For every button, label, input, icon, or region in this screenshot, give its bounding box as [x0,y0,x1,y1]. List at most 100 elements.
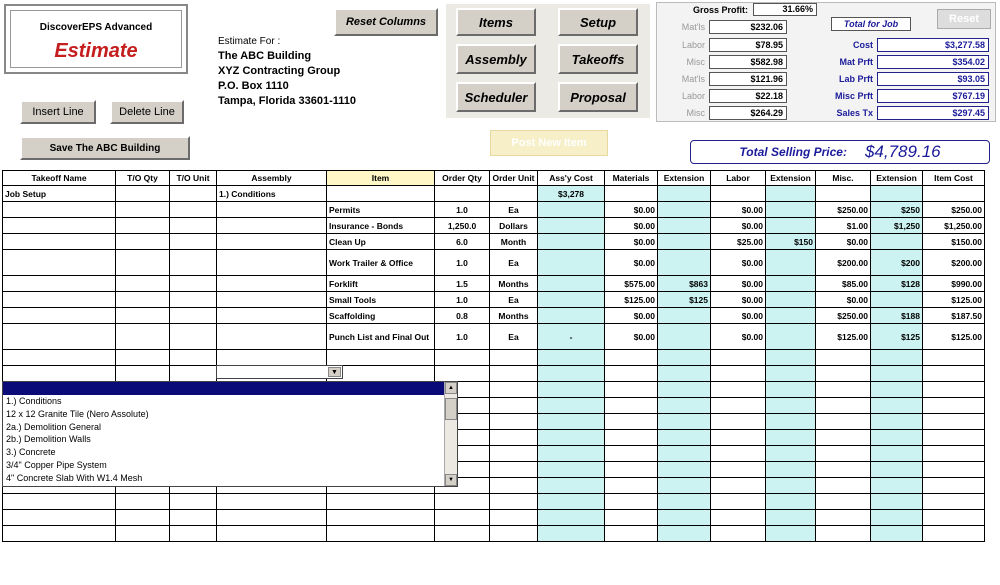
table-cell[interactable] [489,185,538,202]
table-cell[interactable] [765,493,816,510]
table-row[interactable] [2,349,985,366]
table-cell[interactable] [657,477,711,494]
column-header[interactable]: Extension [870,170,923,186]
takeoffs-button[interactable]: Takeoffs [558,44,638,74]
reset-button[interactable]: Reset [937,9,991,29]
table-cell[interactable]: $125.00 [604,291,658,308]
column-header[interactable]: Materials [604,170,658,186]
table-cell[interactable] [765,445,816,462]
table-cell[interactable] [169,275,217,292]
table-cell[interactable]: $0.00 [710,217,766,234]
list-item[interactable]: 2b.) Demolition Walls [3,433,457,446]
table-cell[interactable] [489,349,538,366]
table-cell[interactable] [537,413,605,430]
table-cell[interactable]: $0.00 [710,275,766,292]
table-cell[interactable] [815,381,871,398]
table-cell[interactable] [326,509,435,526]
table-cell[interactable] [922,365,985,382]
table-cell[interactable]: Ea [489,249,538,276]
table-cell[interactable] [604,445,658,462]
table-cell[interactable] [922,349,985,366]
table-cell[interactable]: 6.0 [434,233,490,250]
table-cell[interactable] [434,493,490,510]
table-cell[interactable] [216,201,327,218]
table-cell[interactable] [870,445,923,462]
table-cell[interactable] [870,429,923,446]
chevron-down-icon[interactable]: ▼ [328,367,341,377]
table-cell[interactable] [216,307,327,324]
table-row[interactable]: Insurance - Bonds 1,250.0 Dollars $0.00 $0.0… [2,217,985,234]
table-cell[interactable] [326,185,435,202]
table-cell[interactable] [2,365,116,382]
table-cell[interactable] [537,525,605,542]
scroll-thumb[interactable] [445,398,457,420]
table-cell[interactable] [657,323,711,350]
table-cell[interactable] [115,509,170,526]
table-cell[interactable] [815,349,871,366]
table-cell[interactable] [870,477,923,494]
table-cell[interactable]: $0.00 [710,307,766,324]
table-cell[interactable]: 1.0 [434,249,490,276]
scroll-up-icon[interactable]: ▲ [445,382,457,394]
table-cell[interactable]: $0.00 [815,291,871,308]
table-cell[interactable] [870,291,923,308]
table-cell[interactable] [765,397,816,414]
column-header[interactable]: Assembly [216,170,327,186]
column-header[interactable]: Item Cost [922,170,985,186]
table-cell[interactable] [115,185,170,202]
table-cell[interactable] [326,493,435,510]
table-cell[interactable] [710,381,766,398]
table-cell[interactable] [489,429,538,446]
table-cell[interactable]: Scaffolding [326,307,435,324]
table-cell[interactable] [489,397,538,414]
table-cell[interactable]: Month [489,233,538,250]
table-cell[interactable] [870,493,923,510]
table-cell[interactable] [537,493,605,510]
table-cell[interactable] [765,291,816,308]
table-cell[interactable]: Ea [489,323,538,350]
table-cell[interactable]: $3,278 [537,185,605,202]
table-cell[interactable]: 1.0 [434,323,490,350]
table-cell[interactable] [169,323,217,350]
table-cell[interactable] [115,307,170,324]
list-item[interactable]: 1.) Conditions [3,395,457,408]
table-cell[interactable]: $863 [657,275,711,292]
assembly-dropdown[interactable]: ▼ [216,365,343,379]
table-row[interactable]: Clean Up 6.0 Month $0.00 $25.00 $150 $0.00 $150… [2,233,985,250]
table-cell[interactable]: $0.00 [710,323,766,350]
table-cell[interactable] [657,185,711,202]
table-cell[interactable] [922,509,985,526]
table-cell[interactable] [2,291,116,308]
table-cell[interactable] [922,493,985,510]
table-cell[interactable]: Clean Up [326,233,435,250]
table-cell[interactable]: Months [489,307,538,324]
table-cell[interactable] [815,525,871,542]
table-cell[interactable]: Job Setup [2,185,116,202]
table-cell[interactable] [326,525,435,542]
table-cell[interactable] [115,217,170,234]
table-cell[interactable] [604,365,658,382]
table-cell[interactable]: $0.00 [710,249,766,276]
table-cell[interactable] [169,349,217,366]
setup-button[interactable]: Setup [558,8,638,36]
table-cell[interactable] [604,397,658,414]
list-item[interactable]: 3.) Concrete [3,446,457,459]
table-cell[interactable]: $0.00 [815,233,871,250]
table-cell[interactable] [710,413,766,430]
table-cell[interactable] [115,249,170,276]
table-cell[interactable] [434,185,490,202]
list-item[interactable]: 12 x 12 Granite Tile (Nero Assolute) [3,408,457,421]
table-cell[interactable]: $0.00 [604,217,658,234]
table-row[interactable]: Small Tools 1.0 Ea $125.00 $125 $0.00 $0.00 $12… [2,291,985,308]
column-header[interactable]: Labor [710,170,766,186]
table-cell[interactable]: Ea [489,291,538,308]
table-cell[interactable] [815,413,871,430]
table-cell[interactable] [604,525,658,542]
table-cell[interactable]: $0.00 [604,307,658,324]
table-cell[interactable] [604,185,658,202]
table-cell[interactable] [2,509,116,526]
table-cell[interactable] [169,509,217,526]
table-cell[interactable] [765,307,816,324]
table-cell[interactable] [815,365,871,382]
table-cell[interactable] [922,381,985,398]
